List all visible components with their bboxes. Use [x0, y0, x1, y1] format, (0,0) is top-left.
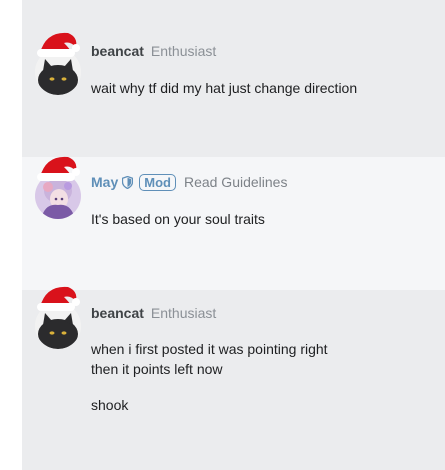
santa-hat-icon — [37, 286, 80, 311]
santa-hat-icon — [37, 156, 80, 181]
previous-post-fragment — [22, 0, 445, 29]
post-header: beancat Enthusiast — [91, 304, 216, 322]
username[interactable]: beancat — [91, 304, 144, 322]
user-avatar[interactable] — [35, 286, 85, 349]
post-body: when i first posted it was pointing righ… — [91, 339, 328, 415]
username[interactable]: May — [91, 173, 118, 191]
post-body: wait why tf did my hat just change direc… — [91, 78, 357, 98]
user-avatar[interactable] — [35, 156, 85, 219]
post-header: May Mod Read Guidelines — [91, 173, 287, 191]
user-title: Enthusiast — [150, 43, 217, 59]
username[interactable]: beancat — [91, 42, 144, 60]
forum-post: May Mod Read Guidelines It's based on yo… — [22, 156, 445, 290]
mod-badge: Mod — [139, 173, 176, 191]
santa-hat-icon — [37, 32, 80, 57]
post-header: beancat Enthusiast — [91, 42, 216, 60]
read-guidelines-link[interactable]: Read Guidelines — [184, 173, 288, 191]
post-text-line: when i first posted it was pointing righ… — [91, 341, 328, 357]
forum-post: beancat Enthusiast wait why tf did my ha… — [22, 29, 445, 157]
post-text: It's based on your soul traits — [91, 211, 265, 227]
user-avatar[interactable] — [35, 32, 85, 95]
user-title: Enthusiast — [150, 305, 217, 321]
forum-thread: beancat Enthusiast wait why tf did my ha… — [22, 0, 445, 470]
post-text: wait why tf did my hat just change direc… — [91, 80, 358, 96]
post-text-line: then it points left now — [91, 361, 223, 377]
post-text-line: shook — [91, 397, 129, 413]
post-body: It's based on your soul traits — [91, 209, 265, 229]
forum-post: beancat Enthusiast when i first posted i… — [22, 286, 445, 470]
moderator-shield-icon — [122, 175, 134, 189]
